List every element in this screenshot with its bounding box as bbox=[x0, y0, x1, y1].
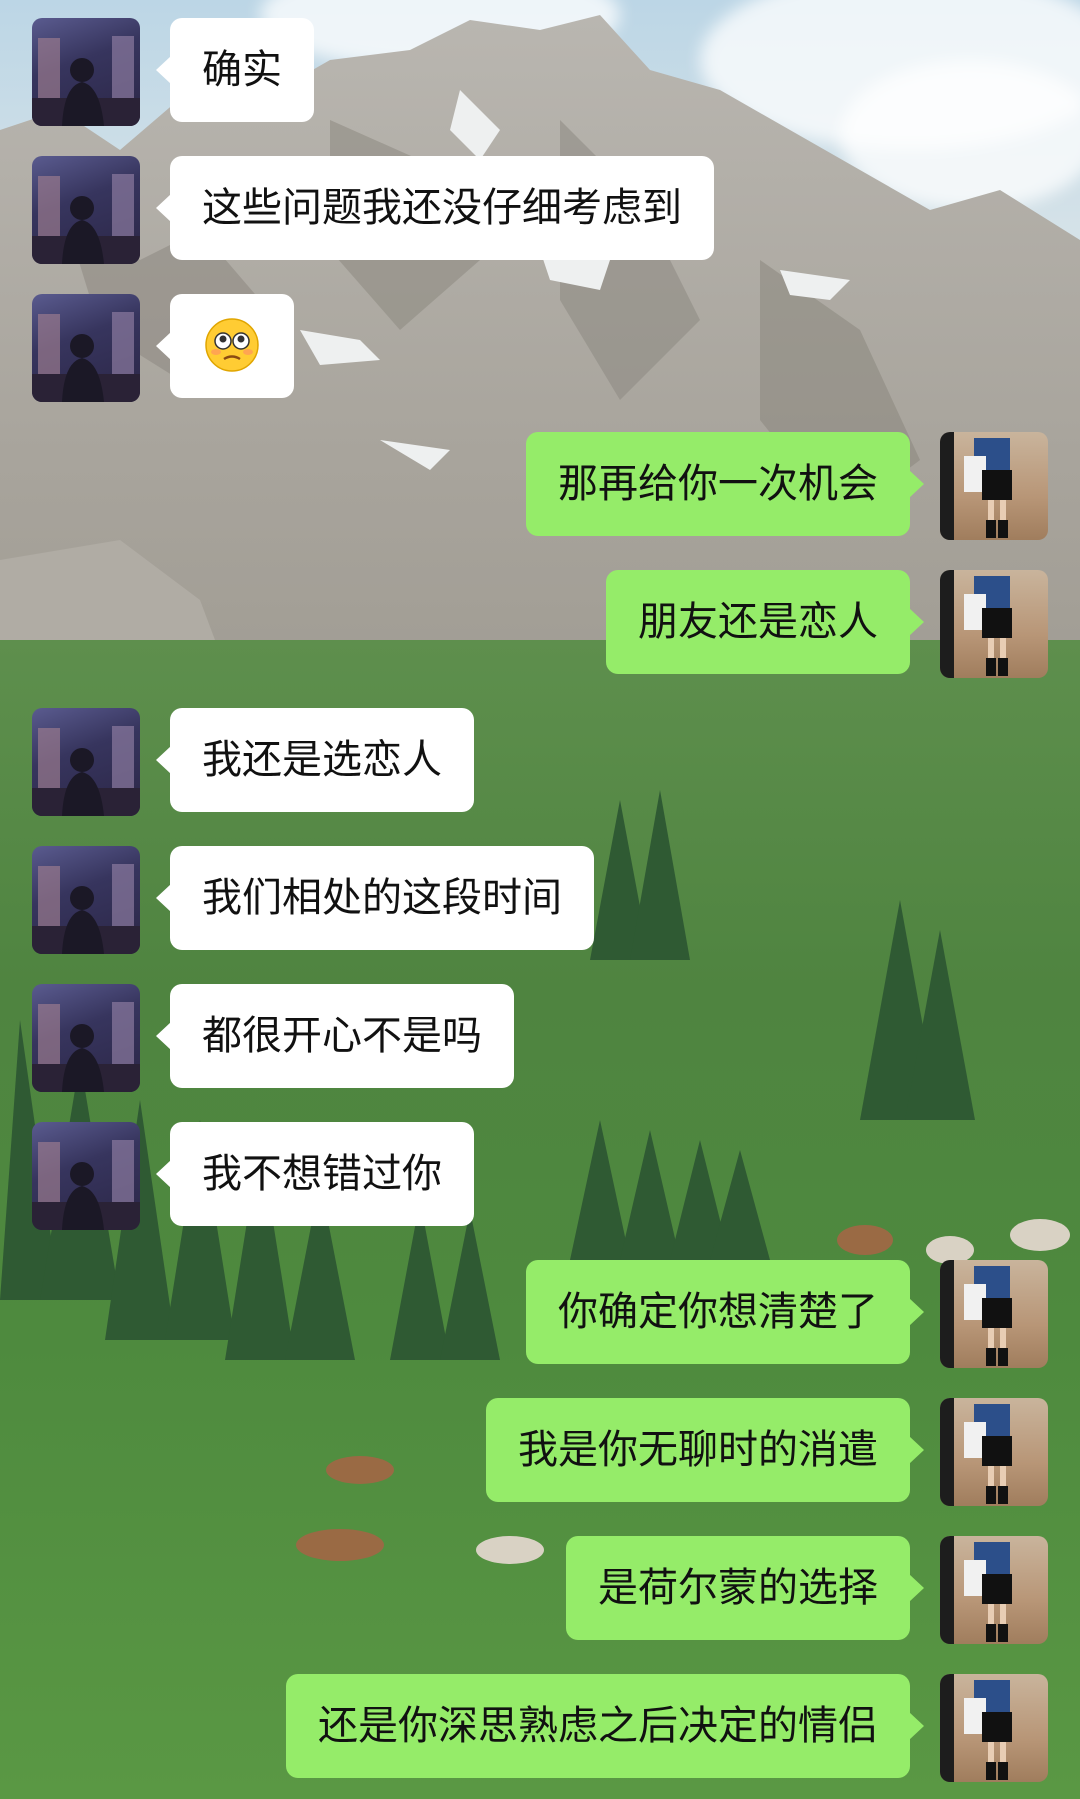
message-row: 朋友还是恋人 bbox=[0, 570, 1080, 680]
message-row: 我是你无聊时的消遣 bbox=[0, 1398, 1080, 1508]
flushed-face-emoji bbox=[205, 318, 259, 372]
person-photo-icon bbox=[940, 1674, 1012, 1782]
contact-avatar[interactable] bbox=[32, 984, 140, 1092]
contact-avatar[interactable] bbox=[32, 294, 140, 402]
person-photo-icon bbox=[940, 432, 1012, 540]
person-silhouette-icon bbox=[32, 726, 140, 816]
person-silhouette-icon bbox=[32, 174, 140, 264]
message-row bbox=[0, 294, 1080, 404]
my-avatar[interactable] bbox=[940, 1398, 1048, 1506]
received-message-bubble[interactable]: 确实 bbox=[156, 18, 314, 122]
person-photo-icon bbox=[940, 1398, 1012, 1506]
person-photo-icon bbox=[940, 1536, 1012, 1644]
received-message-bubble[interactable] bbox=[156, 294, 294, 398]
contact-avatar[interactable] bbox=[32, 846, 140, 954]
sent-message-bubble[interactable]: 我是你无聊时的消遣 bbox=[486, 1398, 924, 1502]
sent-message-bubble[interactable]: 那再给你一次机会 bbox=[526, 432, 924, 536]
message-row: 还是你深思熟虑之后决定的情侣 bbox=[0, 1674, 1080, 1784]
chat-message-list[interactable]: 确实 这些问题我还没仔细考虑到 那再给你一次机会 朋友还是恋人 我还是选恋人 我… bbox=[0, 0, 1080, 1799]
message-row: 是荷尔蒙的选择 bbox=[0, 1536, 1080, 1646]
sent-message-bubble[interactable]: 是荷尔蒙的选择 bbox=[566, 1536, 924, 1640]
received-message-bubble[interactable]: 都很开心不是吗 bbox=[156, 984, 514, 1088]
message-row: 这些问题我还没仔细考虑到 bbox=[0, 156, 1080, 266]
person-silhouette-icon bbox=[32, 1140, 140, 1230]
sent-message-bubble[interactable]: 还是你深思熟虑之后决定的情侣 bbox=[286, 1674, 924, 1778]
message-row: 我还是选恋人 bbox=[0, 708, 1080, 818]
person-photo-icon bbox=[940, 570, 1012, 678]
received-message-bubble[interactable]: 我不想错过你 bbox=[156, 1122, 474, 1226]
received-message-bubble[interactable]: 这些问题我还没仔细考虑到 bbox=[156, 156, 714, 260]
message-row: 都很开心不是吗 bbox=[0, 984, 1080, 1094]
my-avatar[interactable] bbox=[940, 570, 1048, 678]
person-silhouette-icon bbox=[32, 1002, 140, 1092]
message-row: 我不想错过你 bbox=[0, 1122, 1080, 1232]
message-row: 我们相处的这段时间 bbox=[0, 846, 1080, 956]
contact-avatar[interactable] bbox=[32, 156, 140, 264]
my-avatar[interactable] bbox=[940, 1260, 1048, 1368]
contact-avatar[interactable] bbox=[32, 1122, 140, 1230]
person-silhouette-icon bbox=[32, 312, 140, 402]
received-message-bubble[interactable]: 我还是选恋人 bbox=[156, 708, 474, 812]
sent-message-bubble[interactable]: 你确定你想清楚了 bbox=[526, 1260, 924, 1364]
message-row: 那再给你一次机会 bbox=[0, 432, 1080, 542]
sent-message-bubble[interactable]: 朋友还是恋人 bbox=[606, 570, 924, 674]
person-silhouette-icon bbox=[32, 36, 140, 126]
my-avatar[interactable] bbox=[940, 1674, 1048, 1782]
message-row: 确实 bbox=[0, 18, 1080, 128]
my-avatar[interactable] bbox=[940, 1536, 1048, 1644]
my-avatar[interactable] bbox=[940, 432, 1048, 540]
person-silhouette-icon bbox=[32, 864, 140, 954]
person-photo-icon bbox=[940, 1260, 1012, 1368]
contact-avatar[interactable] bbox=[32, 708, 140, 816]
received-message-bubble[interactable]: 我们相处的这段时间 bbox=[156, 846, 594, 950]
message-row: 你确定你想清楚了 bbox=[0, 1260, 1080, 1370]
contact-avatar[interactable] bbox=[32, 18, 140, 126]
